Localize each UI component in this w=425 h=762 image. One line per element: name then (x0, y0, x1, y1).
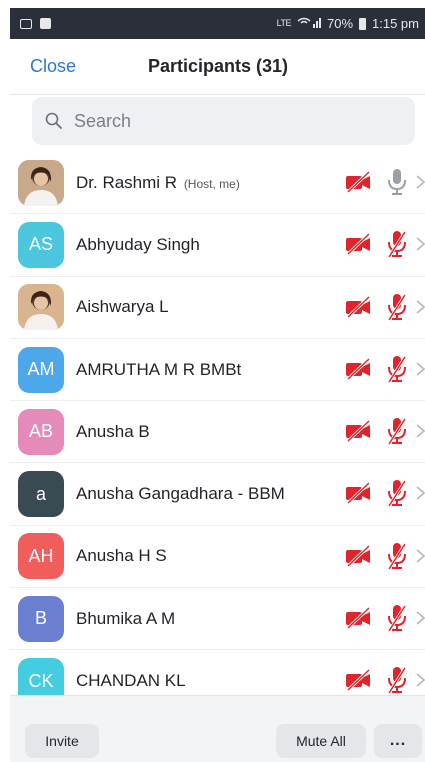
wifi-signal-icon (297, 16, 321, 31)
participant-name-cell: Anusha Gangadhara - BBM (76, 484, 285, 504)
mic-muted-icon (386, 292, 408, 322)
video-off-icon (344, 420, 372, 443)
participant-name-cell: Aishwarya L (76, 297, 169, 317)
participant-name-cell: CHANDAN KL (76, 671, 186, 691)
gallery-icon (20, 18, 32, 29)
battery-icon (359, 17, 367, 30)
page-title: Participants (31) (148, 56, 289, 76)
participant-name: Anusha Gangadhara - BBM (76, 484, 285, 504)
mic-muted-icon (386, 354, 408, 384)
chevron-right-icon[interactable] (416, 606, 425, 630)
participant-row[interactable]: AS Abhyuday Singh (10, 214, 425, 277)
chevron-right-icon[interactable] (416, 357, 425, 381)
chevron-right-icon[interactable] (416, 295, 425, 319)
participant-list[interactable]: Dr. Rashmi R (Host, me) AS Abhyuday Singh A… (10, 152, 425, 695)
participant-name-cell: Abhyuday Singh (76, 235, 200, 255)
mic-muted-icon (386, 665, 408, 695)
mic-muted-icon (386, 541, 408, 571)
avatar-initials: AB (28, 421, 53, 442)
avatar-initials: CK (28, 670, 54, 691)
participant-name: Abhyuday Singh (76, 234, 200, 254)
avatar: CK (18, 658, 64, 695)
clock: 1:15 pm (372, 16, 419, 31)
video-off-icon (344, 606, 372, 630)
video-off-icon (344, 544, 372, 567)
footer-toolbar: Invite Mute All ... (10, 695, 425, 762)
avatar: AM (18, 346, 64, 393)
chevron-right-icon[interactable] (416, 544, 425, 568)
more-options-button[interactable]: ... (374, 724, 422, 758)
mic-muted-icon (386, 416, 408, 446)
chevron-right-icon[interactable] (416, 170, 425, 194)
bag-icon (40, 18, 51, 29)
avatar-initials: AS (28, 234, 53, 255)
video-off-icon (344, 669, 372, 692)
status-bar: LTE 70% 1:15 pm (10, 8, 425, 39)
video-off-icon (344, 233, 372, 256)
chevron-right-icon[interactable] (416, 668, 425, 692)
mic-muted-icon (386, 603, 408, 633)
participant-name-cell: AMRUTHA M R BMBt (76, 360, 241, 380)
video-off-icon (344, 482, 372, 505)
avatar: AB (18, 408, 64, 455)
participant-name-cell: Anusha H S (76, 546, 167, 566)
participant-row[interactable]: AB Anusha B (10, 401, 425, 464)
video-off-icon (344, 357, 372, 380)
participant-name-cell: Bhumika A M (76, 609, 175, 629)
participant-name: Anusha B (76, 421, 150, 441)
chevron-right-icon[interactable] (416, 419, 425, 443)
participant-role: (Host, me) (183, 176, 240, 191)
participant-row[interactable]: AH Anusha H S (10, 526, 425, 589)
network-type: LTE (276, 18, 292, 28)
participant-name: Aishwarya L (76, 297, 169, 317)
participant-row[interactable]: CK CHANDAN KL (10, 650, 425, 695)
participant-name: Anusha H S (76, 546, 167, 566)
avatar-initials: AM (27, 359, 55, 380)
avatar-initials: AH (28, 545, 54, 566)
participant-name: Dr. Rashmi R (76, 172, 178, 192)
mute-all-button[interactable]: Mute All (276, 724, 366, 758)
battery-level: 70% (326, 16, 354, 31)
avatar: AH (18, 533, 64, 580)
avatar (18, 284, 64, 331)
header: Close Participants (31) (10, 39, 425, 95)
participant-name: AMRUTHA M R BMBt (76, 359, 242, 379)
participant-name-cell: Anusha B (76, 422, 150, 442)
avatar-initials: B (34, 608, 47, 629)
mic-muted-icon (386, 478, 408, 508)
search-icon (44, 108, 70, 134)
search-input[interactable] (74, 110, 374, 132)
participant-name-cell: Dr. Rashmi R (Host, me) (76, 173, 240, 193)
close-button[interactable]: Close (30, 56, 76, 77)
video-off-icon (344, 170, 372, 194)
participant-name: Bhumika A M (76, 608, 176, 628)
chevron-right-icon[interactable] (416, 481, 425, 505)
participant-row[interactable]: Aishwarya L (10, 277, 425, 339)
participant-row[interactable]: B Bhumika A M (10, 588, 425, 651)
avatar (18, 159, 64, 206)
chevron-right-icon[interactable] (416, 232, 425, 256)
mic-icon (386, 167, 408, 197)
participant-row[interactable]: AM AMRUTHA M R BMBt (10, 339, 425, 402)
search-bar[interactable] (32, 97, 415, 145)
participant-row[interactable]: a Anusha Gangadhara - BBM (10, 463, 425, 526)
invite-button[interactable]: Invite (25, 724, 99, 758)
participant-row[interactable]: Dr. Rashmi R (Host, me) (10, 152, 425, 215)
video-off-icon (344, 295, 372, 318)
avatar: B (18, 595, 64, 642)
mic-muted-icon (386, 229, 408, 259)
participant-name: CHANDAN KL (76, 671, 186, 691)
avatar: a (18, 471, 64, 518)
avatar: AS (18, 221, 64, 268)
avatar-initials: a (35, 483, 46, 504)
